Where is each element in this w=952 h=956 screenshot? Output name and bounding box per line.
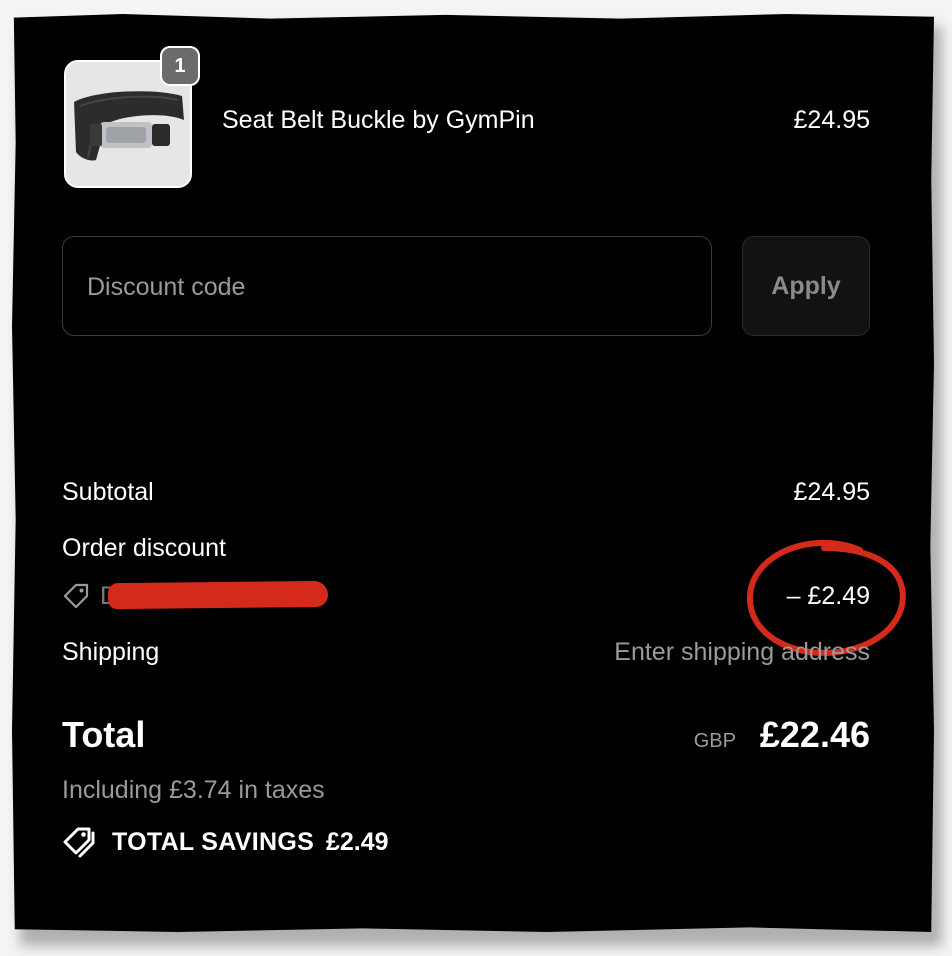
order-discount-label: Order discount bbox=[62, 534, 226, 562]
discount-code-input[interactable] bbox=[85, 237, 689, 337]
product-title: Seat Belt Buckle by GymPin bbox=[222, 106, 535, 134]
total-savings-label: TOTAL SAVINGS bbox=[112, 828, 315, 856]
shipping-value: Enter shipping address bbox=[614, 638, 870, 666]
subtotal-label: Subtotal bbox=[62, 478, 154, 506]
total-currency: GBP bbox=[693, 730, 736, 752]
tag-icon bbox=[63, 583, 89, 609]
order-summary-panel: 1 Seat Belt Buckle by GymPin £24.95 Appl… bbox=[12, 14, 934, 932]
quantity-badge: 1 bbox=[160, 46, 200, 86]
shipping-label: Shipping bbox=[62, 638, 160, 666]
tax-note: Including £3.74 in taxes bbox=[62, 776, 325, 804]
total-amount: £22.46 bbox=[759, 714, 870, 755]
subtotal-value: £24.95 bbox=[793, 478, 870, 506]
total-label: Total bbox=[62, 714, 146, 755]
product-price: £24.95 bbox=[793, 106, 870, 134]
discount-code-field[interactable] bbox=[62, 236, 712, 337]
tags-icon bbox=[63, 827, 95, 858]
redaction-mark bbox=[107, 580, 329, 610]
total-savings-amount: £2.49 bbox=[326, 828, 389, 856]
apply-discount-button[interactable]: Apply bbox=[742, 236, 870, 336]
